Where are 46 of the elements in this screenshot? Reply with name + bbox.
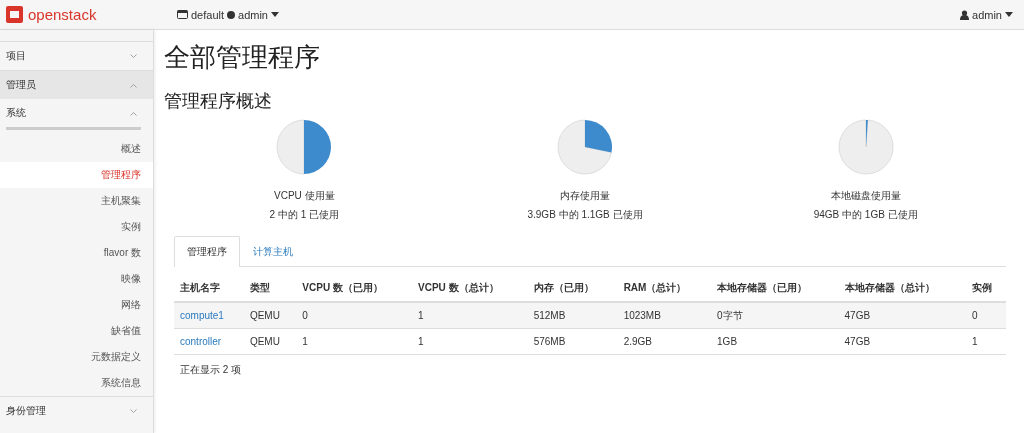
host-link[interactable]: compute1: [180, 310, 224, 321]
sidebar-panel[interactable]: 身份管理: [0, 396, 153, 425]
table-footer: 正在显示 2 项: [180, 363, 1006, 377]
meter-reading: 3.9GB 中的 1.1GB 已使用: [527, 208, 643, 222]
sidebar-item[interactable]: 管理程序: [0, 162, 153, 188]
sidebar-group[interactable]: 系统: [0, 99, 153, 127]
table-cell: QEMU: [243, 328, 297, 355]
sidebar-item[interactable]: 概述: [0, 136, 153, 162]
sidebar-item[interactable]: 元数据定义: [0, 344, 153, 370]
table-cell: 1: [296, 328, 412, 355]
sidebar-item[interactable]: 网络: [0, 292, 153, 318]
sidebar-item[interactable]: flavor 数: [0, 240, 153, 266]
table-cell: 2.9GB: [617, 328, 712, 355]
meter-label: VCPU 使用量: [274, 189, 335, 203]
sidebar-item[interactable]: 系统信息: [0, 370, 153, 396]
table-cell: 47GB: [838, 328, 966, 355]
openstack-logo[interactable]: openstack: [6, 6, 174, 23]
meter-reading: 2 中的 1 已使用: [269, 208, 340, 222]
sidebar-item[interactable]: 映像: [0, 266, 153, 292]
table-cell: 512MB: [527, 302, 618, 329]
tab[interactable]: 计算主机: [240, 236, 306, 267]
sidebar-item[interactable]: 主机聚集: [0, 188, 153, 214]
table-cell: 0字节: [711, 302, 839, 329]
table-cell: 1GB: [711, 328, 839, 355]
sidebar-panel[interactable]: 项目: [0, 41, 153, 70]
table-cell: 1: [412, 328, 528, 355]
sidebar-item[interactable]: 缺省值: [0, 318, 153, 344]
host-link[interactable]: controller: [180, 336, 222, 347]
table-cell: 576MB: [527, 328, 618, 355]
table-cell: 0: [965, 302, 1006, 329]
user-menu[interactable]: admin: [957, 6, 1016, 23]
section-title: 管理程序概述: [164, 90, 273, 113]
tab[interactable]: 管理程序: [174, 236, 240, 267]
table-cell: 1: [412, 302, 528, 329]
sidebar-item[interactable]: 实例: [0, 214, 153, 240]
page-title: 全部管理程序: [164, 41, 321, 74]
table-cell: 47GB: [838, 302, 966, 329]
sidebar-panel[interactable]: 管理员: [0, 70, 153, 99]
table-cell: 1023MB: [617, 302, 712, 329]
table-cell: QEMU: [243, 302, 297, 329]
table-cell: 1: [965, 328, 1006, 355]
meter-reading: 94GB 中的 1GB 已使用: [813, 208, 918, 222]
project-menu[interactable]: default admin: [174, 6, 282, 23]
meter-label: 内存使用量: [560, 189, 610, 203]
meter-label: 本地磁盘使用量: [830, 189, 901, 203]
table-cell: 0: [296, 302, 412, 329]
